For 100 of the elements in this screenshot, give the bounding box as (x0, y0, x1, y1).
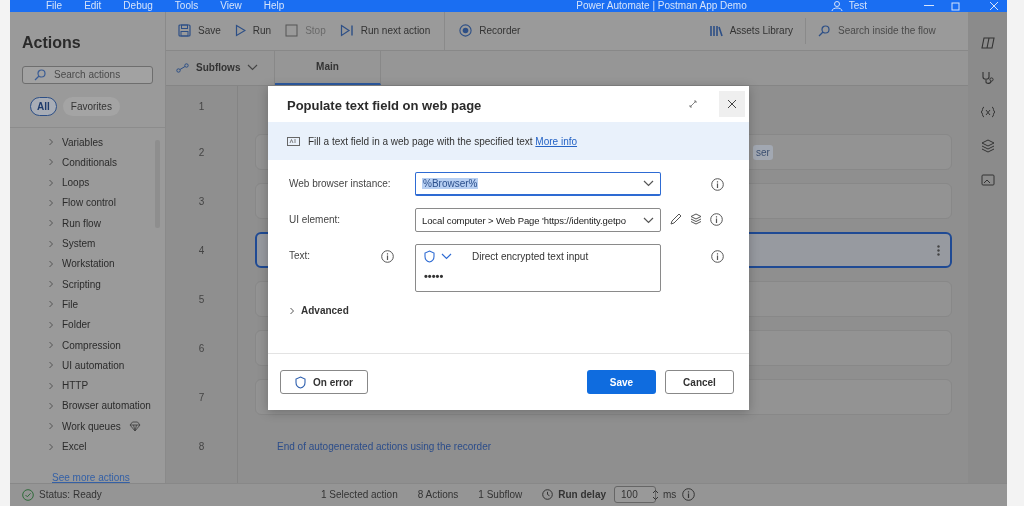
menu-item[interactable]: View (220, 0, 242, 12)
info-icon (682, 488, 696, 502)
on-error-button[interactable]: On error (280, 370, 368, 394)
chevron-right-icon (48, 361, 54, 370)
pencil-icon (669, 213, 682, 226)
menu-item[interactable]: File (46, 0, 63, 12)
subflow-icon (176, 62, 189, 73)
action-group[interactable]: HTTP (10, 375, 165, 396)
filter-chip[interactable]: Favorites (62, 96, 120, 116)
recorder-end-label: End of autogenerated actions using the recorder (277, 440, 492, 452)
assets-library-button[interactable]: Assets Library (709, 24, 793, 37)
chevron-down-icon (247, 64, 259, 72)
close-icon (727, 99, 737, 109)
action-group[interactable]: File (10, 294, 165, 315)
search-icon (34, 68, 46, 81)
clock-icon (542, 489, 554, 501)
action-group[interactable]: Workstation (10, 253, 165, 274)
field-label: UI element: (289, 214, 341, 225)
unit-label: ms (663, 489, 677, 501)
action-group[interactable]: Flow control (10, 192, 165, 214)
spinner-arrows-icon (651, 488, 659, 501)
action-group[interactable]: Run flow (10, 213, 165, 234)
action-group[interactable]: Scripting (10, 274, 165, 295)
line-number: 2 (197, 146, 206, 158)
more-info-link[interactable]: More info (535, 135, 578, 147)
encrypted-text-field[interactable]: Direct encrypted text input ••••• (415, 244, 661, 292)
chevron-down-icon (643, 180, 654, 187)
menu-item[interactable]: Debug (123, 0, 153, 12)
flow-tab[interactable]: Main (275, 50, 381, 85)
action-group[interactable]: Compression (10, 334, 165, 356)
line-number: 4 (197, 244, 206, 256)
close-button[interactable] (719, 91, 745, 117)
chevron-right-icon (48, 280, 54, 289)
run-delay-field[interactable]: 100 (614, 486, 657, 504)
step-forward-icon (339, 24, 354, 38)
layers-icon (690, 213, 702, 225)
info-icon (381, 250, 394, 263)
shield-icon (295, 375, 306, 389)
books-icon (709, 24, 723, 37)
play-icon (234, 24, 246, 38)
stop-icon (285, 24, 299, 38)
menu-item[interactable]: Tools (174, 0, 199, 12)
ui-element-dropdown[interactable]: Local computer > Web Page 'https://identity.getpo (415, 208, 661, 232)
image-icon (980, 173, 995, 186)
action-group[interactable]: Loops (10, 172, 165, 193)
chevron-right-icon (48, 259, 54, 268)
browser-dropdown[interactable]: %Browser% (415, 172, 661, 196)
chevron-right-icon (48, 219, 54, 228)
action-group[interactable]: Conditionals (10, 152, 165, 173)
variables-icon (979, 105, 996, 118)
run-delay-label: Run delay (558, 489, 607, 501)
subflows-dropdown[interactable]: Subflows (166, 50, 275, 85)
user-icon (830, 0, 843, 11)
toolbar-button[interactable]: Run next action (339, 24, 431, 38)
text-field-icon (287, 136, 300, 146)
layers-icon (980, 138, 995, 153)
line-number: 8 (197, 440, 206, 452)
action-group[interactable]: Variables (10, 131, 165, 153)
toolbar-button[interactable]: Save (178, 24, 221, 38)
action-group[interactable]: System (10, 233, 165, 254)
chevron-down-icon (643, 216, 654, 224)
panel-title: Actions (22, 33, 82, 52)
window-title: Power Automate | Postman App Demo (576, 0, 747, 12)
save-icon (178, 24, 191, 38)
chevron-right-icon (48, 158, 54, 167)
chevron-right-icon (48, 422, 54, 431)
user-name: Test (848, 0, 867, 12)
action-count: 8 Actions (417, 489, 459, 501)
line-number: 5 (197, 293, 206, 305)
action-group[interactable]: Browser automation (10, 395, 165, 417)
dialog-title: Populate text field on web page (287, 96, 483, 113)
action-group[interactable]: Folder (10, 314, 165, 335)
restore-icon (951, 0, 961, 11)
cancel-button[interactable]: Cancel (665, 370, 734, 394)
action-tag: ser (753, 144, 773, 160)
minimize-button[interactable] (924, 5, 934, 7)
toolbar-button[interactable]: Run (234, 24, 272, 38)
action-group[interactable]: Work queues (10, 416, 165, 437)
line-number: 1 (197, 101, 206, 113)
action-group[interactable]: UI automation (10, 355, 165, 376)
toolbar-button[interactable]: Recorder (459, 24, 521, 38)
line-number: 6 (197, 342, 206, 354)
chevron-right-icon (48, 239, 54, 248)
selection-count: 1 Selected action (321, 489, 398, 501)
line-number: 7 (197, 391, 206, 403)
save-button[interactable]: Save (587, 370, 656, 394)
info-icon (710, 213, 723, 226)
status-text: Status: Ready (39, 489, 102, 501)
menu-item[interactable]: Help (263, 0, 285, 12)
chevron-right-icon (48, 198, 54, 207)
filter-chip[interactable]: All (30, 96, 57, 116)
action-group[interactable]: Excel (10, 436, 165, 457)
subflow-count: 1 Subflow (478, 489, 523, 501)
menu-item[interactable]: Edit (84, 0, 102, 12)
chevron-right-icon (48, 178, 54, 187)
check-circle-icon (22, 488, 34, 501)
stethoscope-icon (980, 70, 995, 85)
search-field[interactable]: Search actions (22, 65, 153, 84)
expand-icon (689, 100, 697, 108)
advanced-expander[interactable]: Advanced (289, 305, 749, 316)
